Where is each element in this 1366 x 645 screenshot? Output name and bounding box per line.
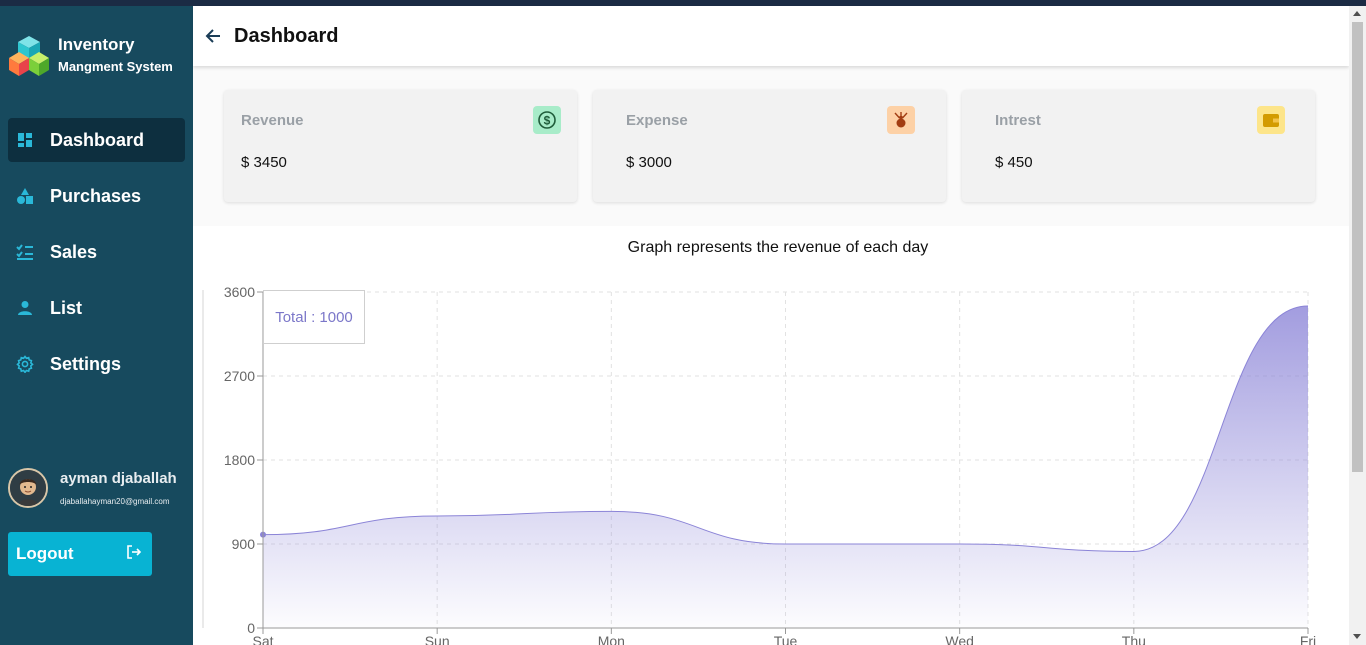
cubes-logo-icon: [8, 34, 50, 78]
dollar-icon: $: [533, 106, 561, 134]
expense-card: Expense $ 3000: [593, 90, 946, 202]
user-email: djaballahayman20@gmail.com: [60, 497, 170, 506]
sidebar-item-label: List: [50, 297, 83, 318]
revenue-card: Revenue $ 3450 $: [224, 90, 577, 202]
y-tick-label: 1800: [224, 452, 255, 468]
x-tick-label: Tue: [774, 633, 798, 645]
gear-icon: [16, 355, 34, 373]
card-label: Intrest: [995, 112, 1041, 129]
card-label: Revenue: [241, 112, 304, 129]
y-tick-label: 900: [232, 536, 256, 552]
scrollbar-thumb[interactable]: [1352, 22, 1363, 472]
y-tick-label: 2700: [224, 368, 255, 384]
scroll-up-arrow-icon[interactable]: [1353, 11, 1361, 16]
y-tick-label: 3600: [224, 284, 255, 300]
sidebar-item-dashboard[interactable]: Dashboard: [8, 118, 185, 162]
user-profile: ayman djaballah djaballahayman20@gmail.c…: [8, 468, 177, 508]
sidebar-item-list[interactable]: List: [8, 286, 185, 330]
money-bag-icon: [887, 106, 915, 134]
x-tick-label: Thu: [1122, 633, 1146, 645]
shapes-icon: [16, 187, 34, 205]
sidebar-item-settings[interactable]: Settings: [8, 342, 185, 386]
logout-label: Logout: [16, 544, 74, 563]
x-tick-label: Sat: [252, 633, 273, 645]
card-label: Expense: [626, 112, 688, 129]
checklist-icon: [16, 243, 34, 261]
svg-text:$: $: [544, 114, 551, 128]
x-tick-label: Fri: [1300, 633, 1316, 645]
dashboard-icon: [16, 131, 34, 149]
card-value: $ 450: [995, 154, 1033, 171]
sidebar-item-sales[interactable]: Sales: [8, 230, 185, 274]
wallet-icon: [1257, 106, 1285, 134]
chart-tooltip: Total : 1000: [263, 290, 365, 344]
x-tick-label: Wed: [945, 633, 974, 645]
back-arrow-icon[interactable]: [205, 27, 223, 45]
revenue-chart: 0900180027003600Sat Sun Mon Tue Wed Thu Fri: [202, 284, 1316, 645]
card-value: $ 3000: [626, 154, 672, 171]
avatar: [8, 468, 48, 508]
sidebar-item-label: Settings: [50, 353, 122, 374]
sidebar-item-label: Sales: [50, 241, 98, 262]
page-header: Dashboard: [193, 6, 1349, 66]
sidebar: Inventory Mangment System Dashboard Purc…: [0, 6, 193, 645]
logout-button[interactable]: Logout: [8, 532, 152, 576]
revenue-chart-section: Graph represents the revenue of each day…: [193, 226, 1349, 645]
interest-card: Intrest $ 450: [962, 90, 1315, 202]
page-title: Dashboard: [234, 24, 339, 47]
person-icon: [16, 299, 34, 317]
x-tick-label: Sun: [425, 633, 450, 645]
brand: Inventory Mangment System: [8, 34, 173, 78]
sidebar-item-purchases[interactable]: Purchases: [8, 174, 185, 218]
user-name: ayman djaballah: [60, 470, 177, 487]
scroll-down-arrow-icon[interactable]: [1353, 634, 1361, 639]
sidebar-item-label: Dashboard: [50, 129, 145, 150]
sidebar-nav: Dashboard Purchases Sales List Settings: [8, 118, 185, 398]
card-value: $ 3450: [241, 154, 287, 171]
main-content: Dashboard Revenue $ 3450 $ Expense $ 300…: [193, 6, 1349, 645]
brand-title: Inventory: [58, 35, 135, 54]
x-tick-label: Mon: [598, 633, 625, 645]
logout-icon: [126, 544, 142, 565]
brand-subtitle: Mangment System: [58, 59, 173, 74]
sidebar-item-label: Purchases: [50, 185, 142, 206]
series-area: [263, 306, 1308, 628]
vertical-scrollbar[interactable]: [1349, 6, 1366, 645]
tooltip-text: Total : 1000: [275, 308, 353, 326]
